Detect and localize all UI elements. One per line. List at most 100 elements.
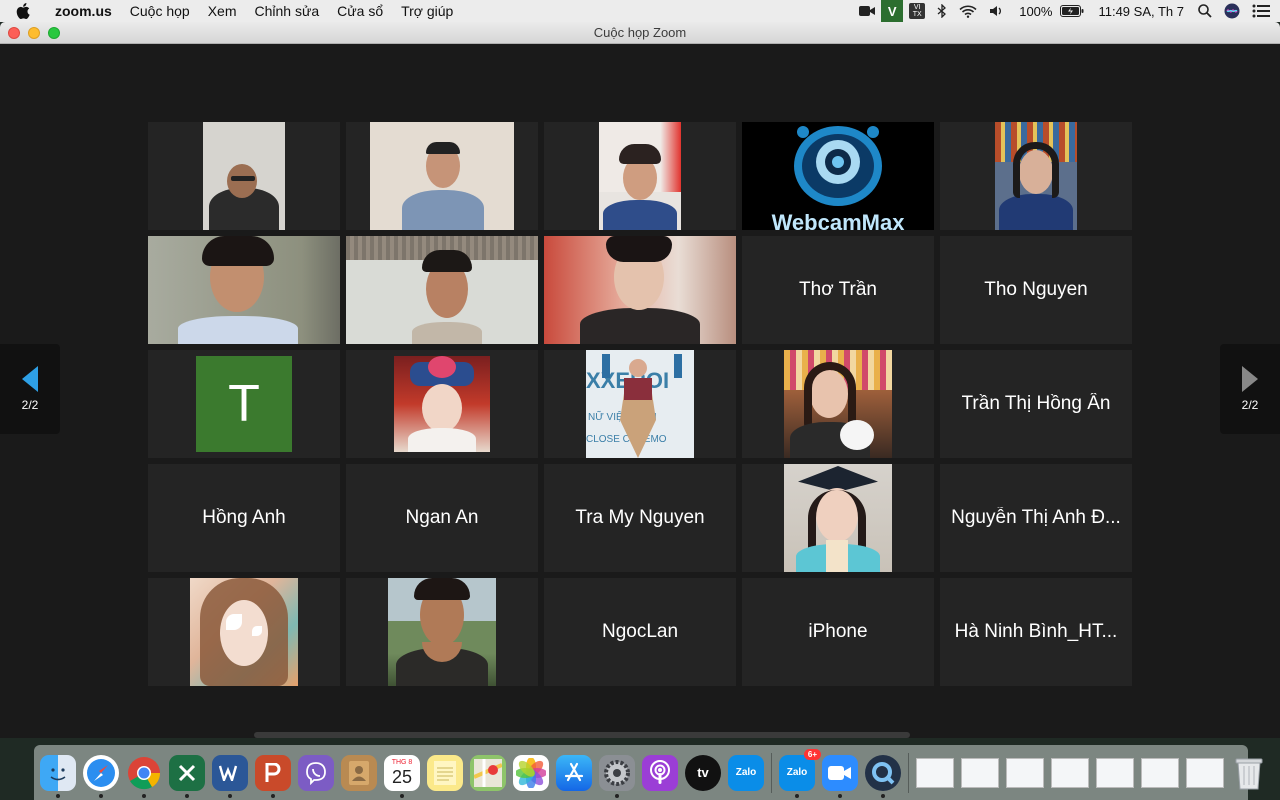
fullscreen-window-button[interactable] [48, 27, 60, 39]
apple-tv-label: tv [697, 765, 709, 780]
zoom-status-icon[interactable] [853, 0, 881, 22]
powerpoint-icon[interactable] [255, 754, 291, 798]
horizontal-scrollbar[interactable] [254, 732, 910, 738]
next-page-button[interactable]: 2/2 [1220, 344, 1280, 434]
window-titlebar[interactable]: Cuộc họp Zoom [0, 22, 1280, 44]
participant-name: Trần Thị Hồng Ân [961, 393, 1111, 414]
minimized-window-thumbnail[interactable] [1051, 757, 1089, 788]
contacts-icon[interactable] [341, 754, 377, 791]
dock-separator [771, 752, 772, 793]
menu-help[interactable]: Trợ giúp [392, 0, 462, 22]
participant-video [544, 236, 736, 344]
participant-tile[interactable]: Nguyễn Thị Anh Đ... [940, 464, 1132, 572]
minimized-window-thumbnail[interactable] [1141, 757, 1179, 788]
participant-video [148, 236, 340, 344]
participant-tile[interactable]: WebcamMax [742, 122, 934, 230]
participant-tile[interactable]: NgocLan [544, 578, 736, 686]
quicktime-icon[interactable] [865, 754, 901, 798]
participant-tile[interactable]: iPhone [742, 578, 934, 686]
zalo-running-icon[interactable]: Zalo 6+ [779, 748, 821, 798]
safari-icon[interactable] [83, 754, 119, 798]
viber-icon[interactable] [298, 754, 334, 791]
participant-tile[interactable]: Trần Thị Hồng Ân [940, 350, 1132, 458]
participant-name: Tra My Nguyen [575, 507, 705, 528]
menu-bar: zoom.us Cuộc họp Xem Chỉnh sửa Cửa sổ Tr… [0, 0, 1280, 22]
finder-icon[interactable] [40, 754, 76, 798]
participant-name: NgocLan [601, 621, 679, 642]
participant-avatar [394, 356, 490, 452]
battery-icon[interactable] [1060, 0, 1090, 22]
calendar-icon[interactable]: THG 8 25 [384, 754, 420, 798]
banner-subtext-2: CLOSE CEREMO [586, 434, 667, 445]
menu-meeting[interactable]: Cuộc họp [121, 0, 199, 22]
menu-edit[interactable]: Chỉnh sửa [246, 0, 329, 22]
apple-menu-icon[interactable] [0, 0, 46, 22]
minimize-window-button[interactable] [28, 27, 40, 39]
spotlight-search-icon[interactable] [1192, 0, 1218, 22]
menu-window[interactable]: Cửa sổ [328, 0, 392, 22]
participant-video [346, 236, 538, 344]
participant-tile[interactable] [346, 350, 538, 458]
notification-center-icon[interactable] [1246, 0, 1280, 22]
bluetooth-icon[interactable] [931, 0, 953, 22]
podcasts-icon[interactable] [642, 754, 678, 791]
participant-tile[interactable] [346, 236, 538, 344]
photos-icon[interactable] [513, 754, 549, 791]
close-window-button[interactable] [8, 27, 20, 39]
notes-icon[interactable] [427, 754, 463, 791]
v-app-icon[interactable]: V [881, 0, 904, 22]
minimized-window-thumbnail[interactable] [916, 757, 954, 788]
input-method-bottom: TX [912, 11, 922, 18]
clock[interactable]: 11:49 SA, Th 7 [1090, 4, 1192, 19]
next-page-label: 2/2 [1241, 398, 1259, 412]
volume-icon[interactable] [983, 0, 1011, 22]
webcam-logo-text: WebcamMax [772, 210, 906, 230]
siri-icon[interactable] [1218, 0, 1246, 22]
participant-tile[interactable] [544, 236, 736, 344]
maps-icon[interactable] [470, 754, 506, 791]
wifi-icon[interactable] [953, 0, 983, 22]
participant-tile[interactable] [346, 578, 538, 686]
menu-view[interactable]: Xem [199, 0, 246, 22]
participant-tile[interactable]: Hà Ninh Bình_HT... [940, 578, 1132, 686]
participant-tile[interactable] [148, 122, 340, 230]
app-store-icon[interactable] [556, 754, 592, 791]
previous-page-button[interactable]: 2/2 [0, 344, 60, 434]
minimized-window-thumbnail[interactable] [1186, 757, 1224, 788]
apple-tv-icon[interactable]: tv [685, 754, 721, 791]
system-preferences-icon[interactable] [599, 754, 635, 798]
participant-tile[interactable] [346, 122, 538, 230]
chrome-icon[interactable] [126, 755, 162, 798]
participant-tile[interactable] [742, 350, 934, 458]
participant-tile[interactable] [544, 122, 736, 230]
dock-separator [908, 752, 909, 793]
participant-tile[interactable]: T [148, 350, 340, 458]
participant-tile[interactable]: XXEROI NỮ VIỆN BÌNH CLOSE CEREMO [544, 350, 736, 458]
participant-tile[interactable]: Tra My Nguyen [544, 464, 736, 572]
participant-avatar [388, 578, 496, 686]
participant-tile[interactable]: Thơ Trần [742, 236, 934, 344]
participant-tile[interactable]: Hồng Anh [148, 464, 340, 572]
participant-tile[interactable]: Ngan An [346, 464, 538, 572]
participant-tile[interactable] [940, 122, 1132, 230]
word-icon[interactable] [212, 754, 248, 798]
zalo-icon[interactable]: Zalo [728, 754, 764, 791]
minimized-window-thumbnail[interactable] [1096, 757, 1134, 788]
arrow-left-icon [22, 366, 38, 392]
minimized-window-thumbnail[interactable] [961, 757, 999, 788]
participant-tile[interactable] [742, 464, 934, 572]
participant-video: WebcamMax [742, 122, 934, 230]
zoom-icon[interactable] [822, 754, 858, 798]
input-method-icon[interactable]: VI TX [909, 3, 926, 19]
minimized-window-thumbnail[interactable] [1006, 757, 1044, 788]
zalo-running-label: Zalo [786, 767, 808, 778]
participant-tile[interactable] [148, 578, 340, 686]
participant-tile[interactable] [148, 236, 340, 344]
participant-video [599, 122, 681, 230]
excel-icon[interactable] [169, 754, 205, 798]
trash-icon[interactable] [1231, 755, 1267, 791]
menu-app-name[interactable]: zoom.us [46, 0, 121, 22]
participant-avatar [784, 350, 892, 458]
participant-tile[interactable]: Tho Nguyen [940, 236, 1132, 344]
participant-name: Thơ Trần [799, 279, 877, 300]
